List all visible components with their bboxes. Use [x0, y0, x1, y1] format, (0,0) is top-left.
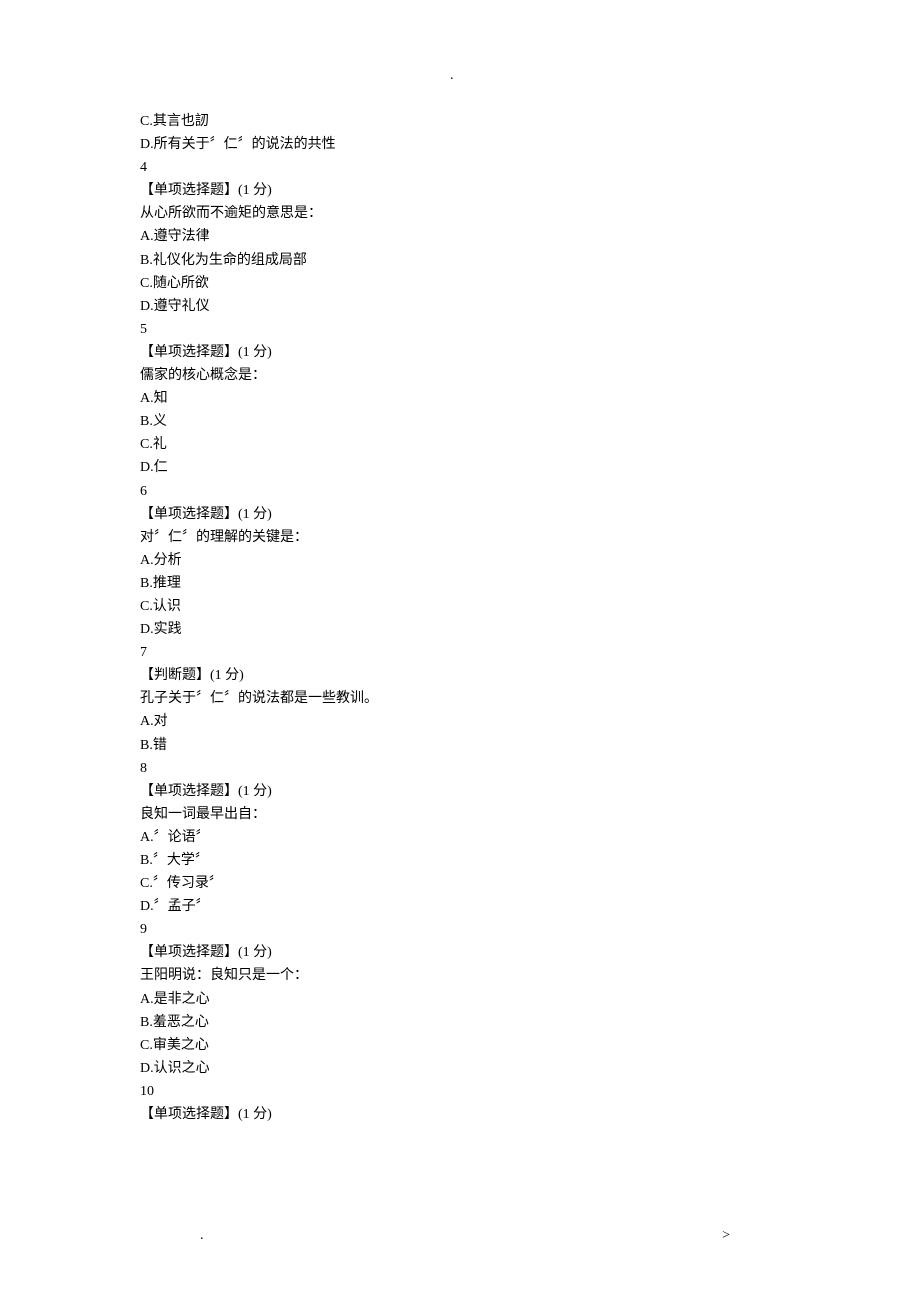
- q4-type: 【单项选择题】(1 分): [140, 179, 780, 202]
- q6-number: 6: [140, 480, 780, 503]
- q3-option-c: C.其言也訒: [140, 110, 780, 133]
- footer-dot-right: >: [722, 1228, 730, 1244]
- q6-type: 【单项选择题】(1 分): [140, 503, 780, 526]
- q5-option-a: A.知: [140, 387, 780, 410]
- q9-option-c: C.审美之心: [140, 1034, 780, 1057]
- q4-option-d: D.遵守礼仪: [140, 295, 780, 318]
- q8-stem: 良知一词最早出自：: [140, 803, 780, 826]
- q9-option-d: D.认识之心: [140, 1057, 780, 1080]
- header-dot: .: [450, 68, 454, 84]
- q10-type: 【单项选择题】(1 分): [140, 1103, 780, 1126]
- q4-option-c: C.随心所欲: [140, 272, 780, 295]
- q9-number: 9: [140, 918, 780, 941]
- q8-option-b: B.〞大学〞: [140, 849, 780, 872]
- q9-type: 【单项选择题】(1 分): [140, 941, 780, 964]
- q5-stem: 儒家的核心概念是：: [140, 364, 780, 387]
- q4-number: 4: [140, 156, 780, 179]
- q10-number: 10: [140, 1080, 780, 1103]
- q8-option-c: C.〞传习录〞: [140, 872, 780, 895]
- q5-option-b: B.义: [140, 410, 780, 433]
- q4-option-b: B.礼仪化为生命的组成局部: [140, 249, 780, 272]
- q9-stem: 王阳明说：良知只是一个：: [140, 964, 780, 987]
- q7-option-a: A.对: [140, 710, 780, 733]
- q5-option-c: C.礼: [140, 433, 780, 456]
- q4-option-a: A.遵守法律: [140, 225, 780, 248]
- page-content: C.其言也訒 D.所有关于〞仁〞的说法的共性 4 【单项选择题】(1 分) 从心…: [0, 0, 920, 1186]
- q8-option-a: A.〞论语〞: [140, 826, 780, 849]
- q7-stem: 孔子关于〞仁〞的说法都是一些教训。: [140, 687, 780, 710]
- q8-type: 【单项选择题】(1 分): [140, 780, 780, 803]
- q6-option-a: A.分析: [140, 549, 780, 572]
- footer-dot-left: .: [200, 1228, 204, 1244]
- q7-option-b: B.错: [140, 734, 780, 757]
- q6-option-c: C.认识: [140, 595, 780, 618]
- q8-option-d: D.〞孟子〞: [140, 895, 780, 918]
- q5-option-d: D.仁: [140, 456, 780, 479]
- q6-stem: 对〞仁〞的理解的关键是：: [140, 526, 780, 549]
- q4-stem: 从心所欲而不逾矩的意思是：: [140, 202, 780, 225]
- q5-number: 5: [140, 318, 780, 341]
- q6-option-d: D.实践: [140, 618, 780, 641]
- q9-option-b: B.羞恶之心: [140, 1011, 780, 1034]
- q6-option-b: B.推理: [140, 572, 780, 595]
- q8-number: 8: [140, 757, 780, 780]
- q7-number: 7: [140, 641, 780, 664]
- q5-type: 【单项选择题】(1 分): [140, 341, 780, 364]
- q3-option-d: D.所有关于〞仁〞的说法的共性: [140, 133, 780, 156]
- q7-type: 【判断题】(1 分): [140, 664, 780, 687]
- q9-option-a: A.是非之心: [140, 988, 780, 1011]
